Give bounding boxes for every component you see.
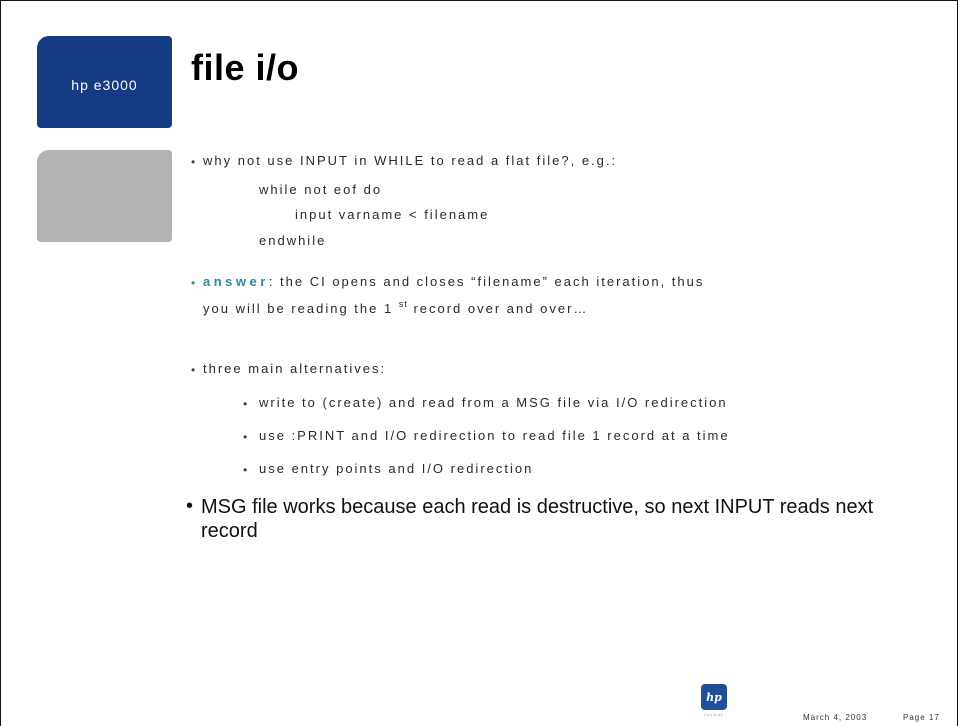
hp-logo: hp invent: [696, 684, 732, 720]
code-line-2: input varname < filename: [295, 207, 490, 222]
slide: hp e3000 file i/o • why not use INPUT in…: [0, 0, 958, 726]
answer-text-2a: you will be reading the 1: [203, 301, 399, 316]
answer-line-1: answer: the CI opens and closes “filenam…: [203, 274, 704, 289]
bullet-dot: •: [191, 363, 196, 377]
answer-label: answer: [203, 274, 269, 289]
answer-line-2: you will be reading the 1 st record over…: [203, 299, 588, 316]
footer-page-number: Page 17: [903, 713, 940, 722]
hp-logo-icon: hp: [701, 684, 727, 710]
product-label: hp e3000: [71, 77, 138, 93]
bullet-dot: •: [243, 397, 248, 411]
bullet-dot: •: [191, 155, 196, 169]
bullet-dot: •: [243, 430, 248, 444]
code-line-1: while not eof do: [259, 182, 383, 197]
question-text: why not use INPUT in WHILE to read a fla…: [203, 153, 618, 168]
alternative-item: use entry points and I/O redirection: [259, 461, 534, 476]
logo-text: invent: [704, 712, 724, 717]
answer-text-2b: record over and over…: [407, 301, 589, 316]
bullet-dot: •: [186, 495, 194, 517]
bullet-dot: •: [243, 463, 248, 477]
msg-note: MSG file works because each read is dest…: [201, 496, 874, 542]
footer-date: March 4, 2003: [803, 713, 868, 722]
alternatives-intro: three main alternatives:: [203, 361, 387, 376]
decorative-gray-box: [37, 150, 172, 242]
answer-superscript: st: [398, 299, 408, 309]
svg-text:hp: hp: [706, 691, 722, 704]
product-label-box: hp e3000: [37, 36, 172, 128]
alternative-item: write to (create) and read from a MSG fi…: [259, 395, 728, 410]
page-title: file i/o: [191, 47, 300, 88]
answer-text-1: : the CI opens and closes “filename” eac…: [268, 274, 705, 289]
code-line-3: endwhile: [259, 233, 327, 248]
bullet-dot: •: [191, 276, 196, 290]
alternative-item: use :PRINT and I/O redirection to read f…: [259, 428, 730, 443]
